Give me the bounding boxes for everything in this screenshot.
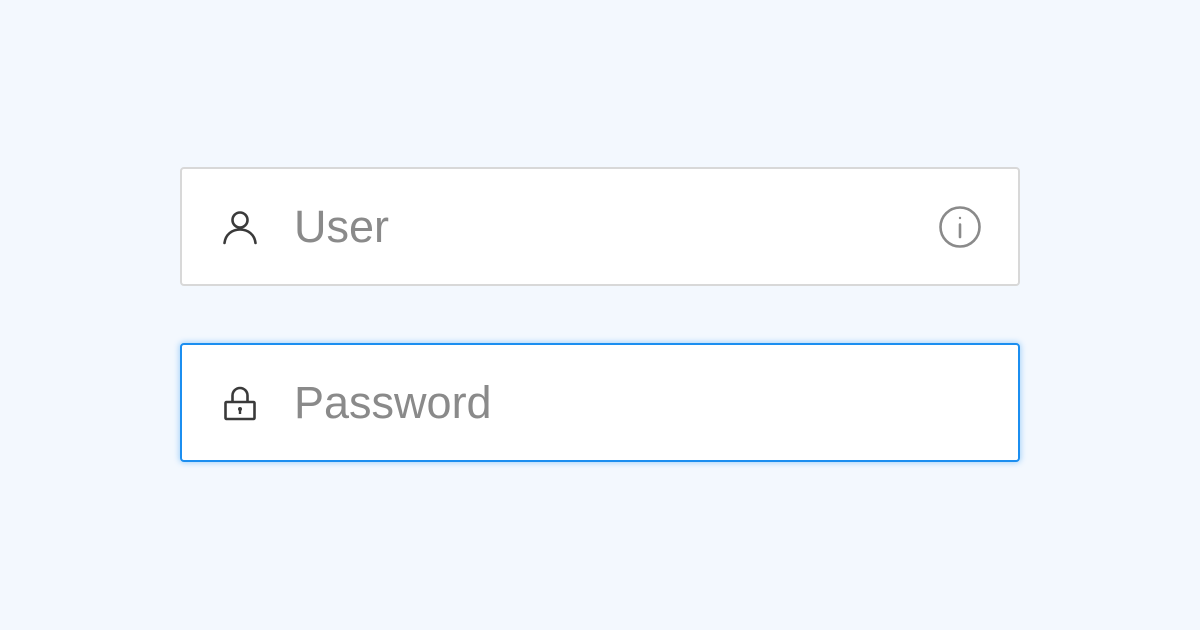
info-icon[interactable] [938, 205, 982, 249]
user-icon [220, 207, 260, 247]
password-field[interactable] [180, 343, 1020, 462]
user-field[interactable] [180, 167, 1020, 286]
lock-icon [220, 383, 260, 423]
user-input[interactable] [294, 169, 922, 284]
password-input[interactable] [294, 345, 922, 460]
